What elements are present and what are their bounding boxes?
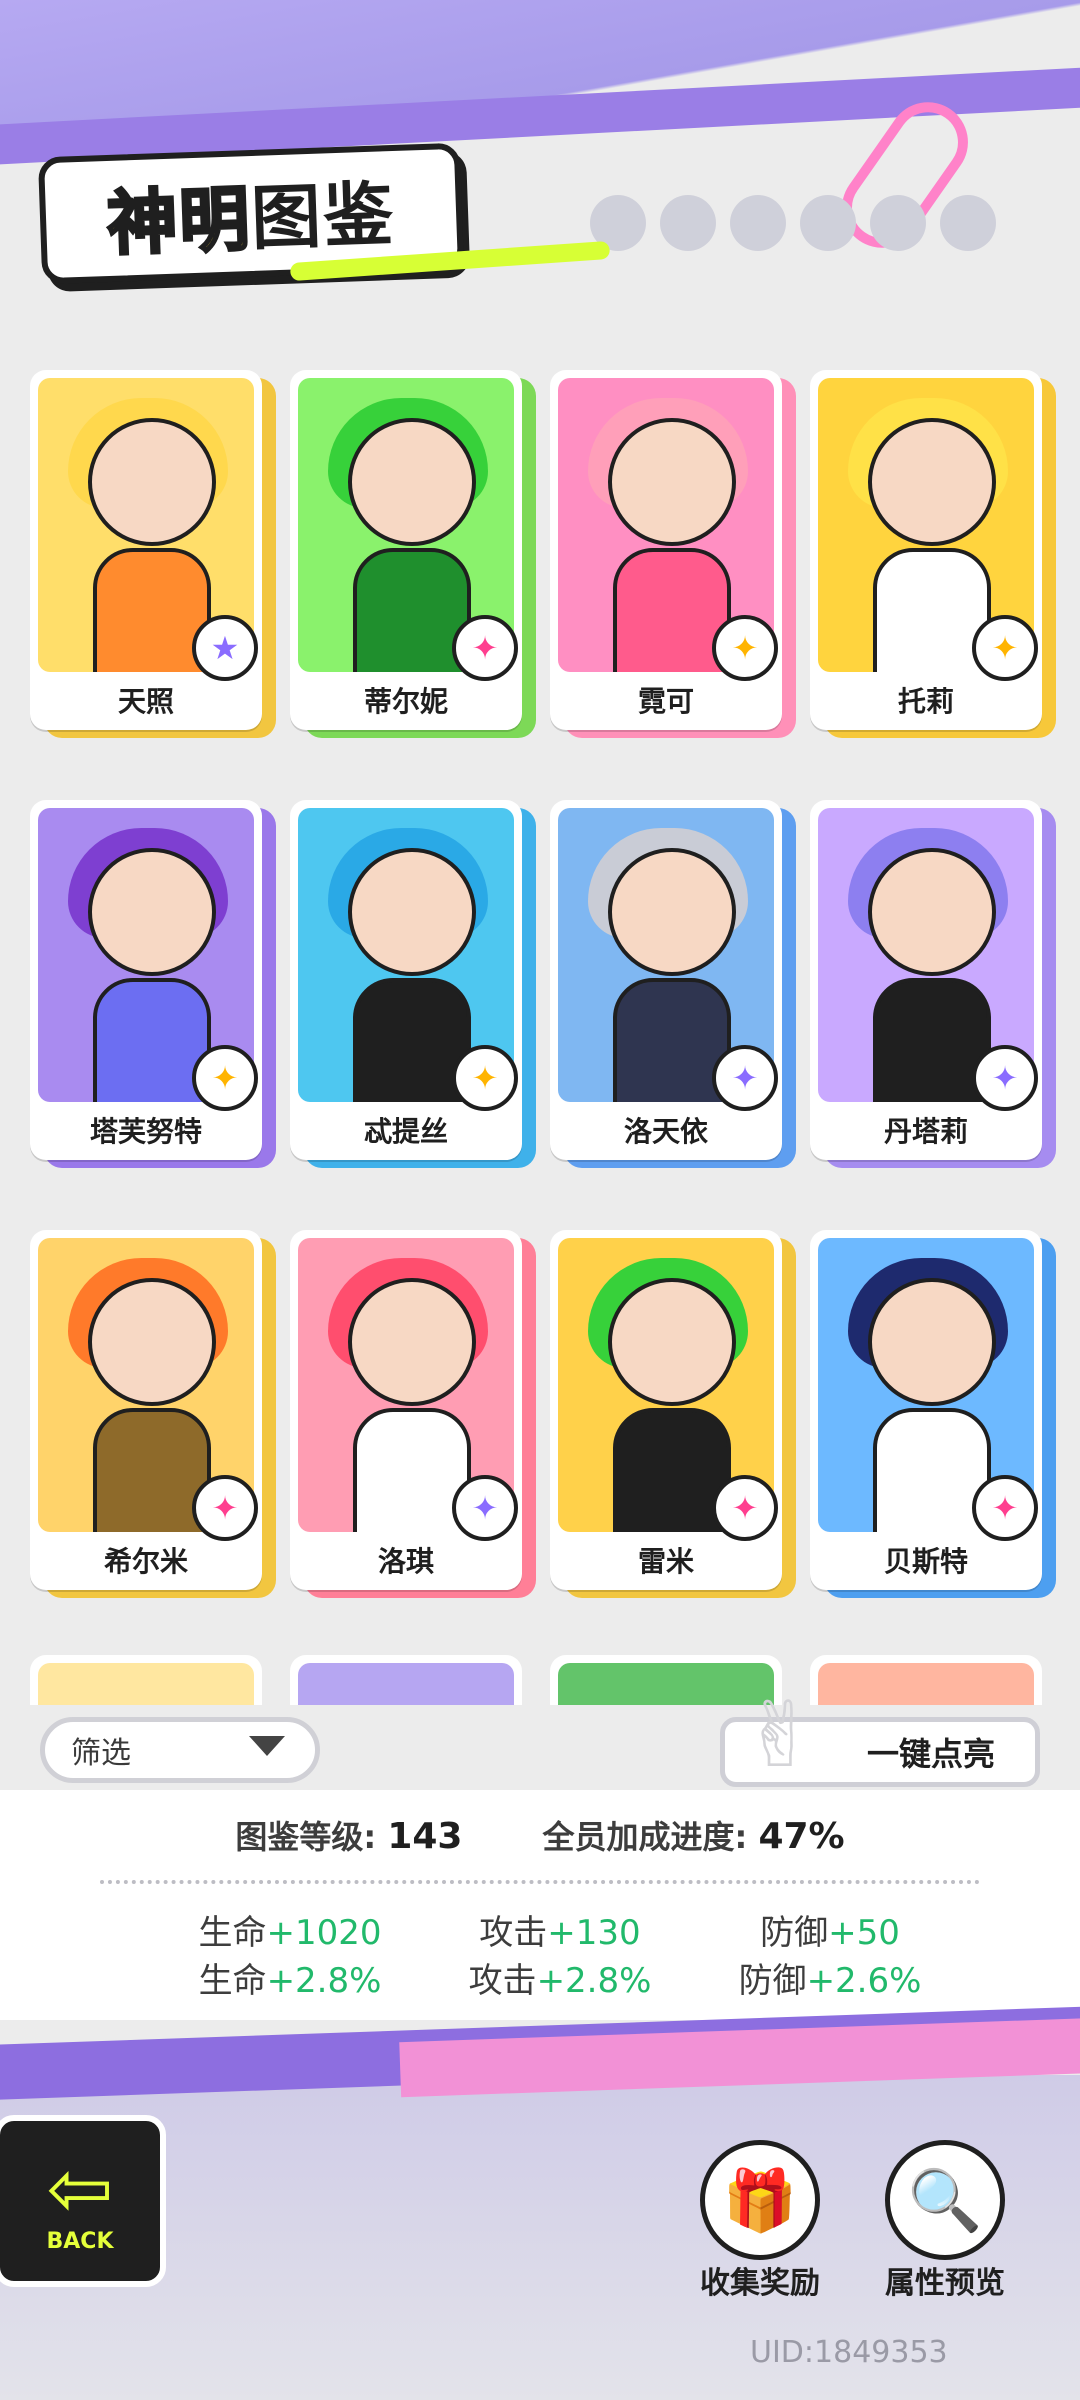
character-card-partial[interactable] [290,1655,522,1705]
dot-decoration [730,195,786,251]
dotted-divider [100,1880,980,1884]
stat-bonus-value: +130 [547,1913,641,1953]
stat-bonus-label: 生命 [198,1913,267,1953]
character-name: 托莉 [897,685,954,718]
stat-bonus-value: +2.6% [806,1961,922,2001]
collect-reward-button[interactable]: 🎁 收集奖励 [690,2140,830,2301]
stat-bonus-label: 生命 [198,1961,267,2001]
character-card[interactable]: ✦ 洛天依 [550,800,796,1168]
character-name: 丹塔莉 [883,1115,968,1148]
character-card[interactable]: ✦ 塔芙努特 [30,800,276,1168]
character-name: 塔芙努特 [89,1115,202,1148]
character-name: 霓可 [637,685,694,718]
title-part-2: 图鉴 [249,172,397,260]
character-card[interactable]: ✦ 托莉 [810,370,1056,738]
collection-level-label: 图鉴等级: [235,1818,377,1856]
character-portrait [818,1663,1034,1705]
filter-bar: 筛选 一键点亮 ✌ [0,1683,1080,1795]
character-card[interactable]: ✦ 忒提丝 [290,800,536,1168]
character-name: 忒提丝 [363,1115,448,1148]
stat-bonus-value: +2.8% [266,1961,382,2001]
title-part-1: 神明 [104,177,254,267]
stat-bonus-label: 攻击 [479,1913,548,1953]
back-button[interactable]: ⇦ BACK [0,2115,166,2287]
stat-bonus-value: +2.8% [536,1961,652,2001]
stat-bonus: 防御+50 [700,1905,960,1954]
chevron-down-icon [249,1736,285,1756]
attribute-preview-button[interactable]: 🔍 属性预览 [875,2140,1015,2301]
character-card[interactable]: ✦ 雷米 [550,1230,796,1598]
stat-bonus: 攻击+2.8% [430,1953,690,2002]
dot-decoration [660,195,716,251]
filter-dropdown[interactable]: 筛选 [40,1717,320,1783]
stat-bonus-label: 防御 [760,1913,829,1953]
character-card-partial[interactable] [810,1655,1042,1705]
stat-bonus-label: 防御 [738,1961,807,2001]
hand-icon: ✌ [742,1682,818,1788]
bonus-progress-label: 全员加成进度: [542,1818,748,1856]
filter-label: 筛选 [71,1736,131,1771]
character-name: 贝斯特 [883,1545,968,1578]
character-name: 洛天依 [623,1115,708,1148]
character-portrait [38,1663,254,1705]
gift-icon: 🎁 [700,2140,820,2260]
character-card[interactable]: ★ 天照 [30,370,276,738]
character-card[interactable]: ✦ 希尔米 [30,1230,276,1598]
character-name: 蒂尔妮 [363,685,448,718]
character-name: 天照 [117,685,174,718]
character-name: 希尔米 [103,1545,188,1578]
stat-bonus-value: +1020 [266,1913,382,1953]
character-card[interactable]: ✦ 丹塔莉 [810,800,1056,1168]
collection-level-value: 143 [387,1816,463,1857]
attribute-preview-label: 属性预览 [885,2266,1005,2301]
stats-panel: 图鉴等级: 143 全员加成进度: 47% 生命+1020 攻击+130 防御+50… [0,1790,1080,2020]
character-name: 洛琪 [377,1545,434,1578]
stat-bonus-value: +50 [828,1913,900,1953]
character-card[interactable]: ✦ 贝斯特 [810,1230,1056,1598]
stat-bonus: 生命+2.8% [160,1953,420,2002]
collect-reward-label: 收集奖励 [700,2266,820,2301]
dot-decoration [940,195,996,251]
stat-bonus: 生命+1020 [160,1905,420,1954]
character-card[interactable]: ✦ 蒂尔妮 [290,370,536,738]
dot-decoration [800,195,856,251]
stat-bonus-label: 攻击 [468,1961,537,2001]
character-portrait [298,1663,514,1705]
character-card[interactable]: ✦ 洛琪 [290,1230,536,1598]
user-id: UID:1849353 [750,2335,948,2370]
dot-decoration [870,195,926,251]
back-arrow-icon: ⇦ [46,2141,114,2235]
bonus-progress-value: 47% [758,1816,845,1857]
stat-bonus: 攻击+130 [430,1905,690,1954]
character-card-partial[interactable] [30,1655,262,1705]
magnifier-icon: 🔍 [885,2140,1005,2260]
stat-bonus: 防御+2.6% [700,1953,960,2002]
character-card[interactable]: ✦ 霓可 [550,370,796,738]
back-label: BACK [46,2228,114,2254]
character-name: 雷米 [637,1545,694,1578]
one-click-label: 一键点亮 [866,1735,995,1773]
